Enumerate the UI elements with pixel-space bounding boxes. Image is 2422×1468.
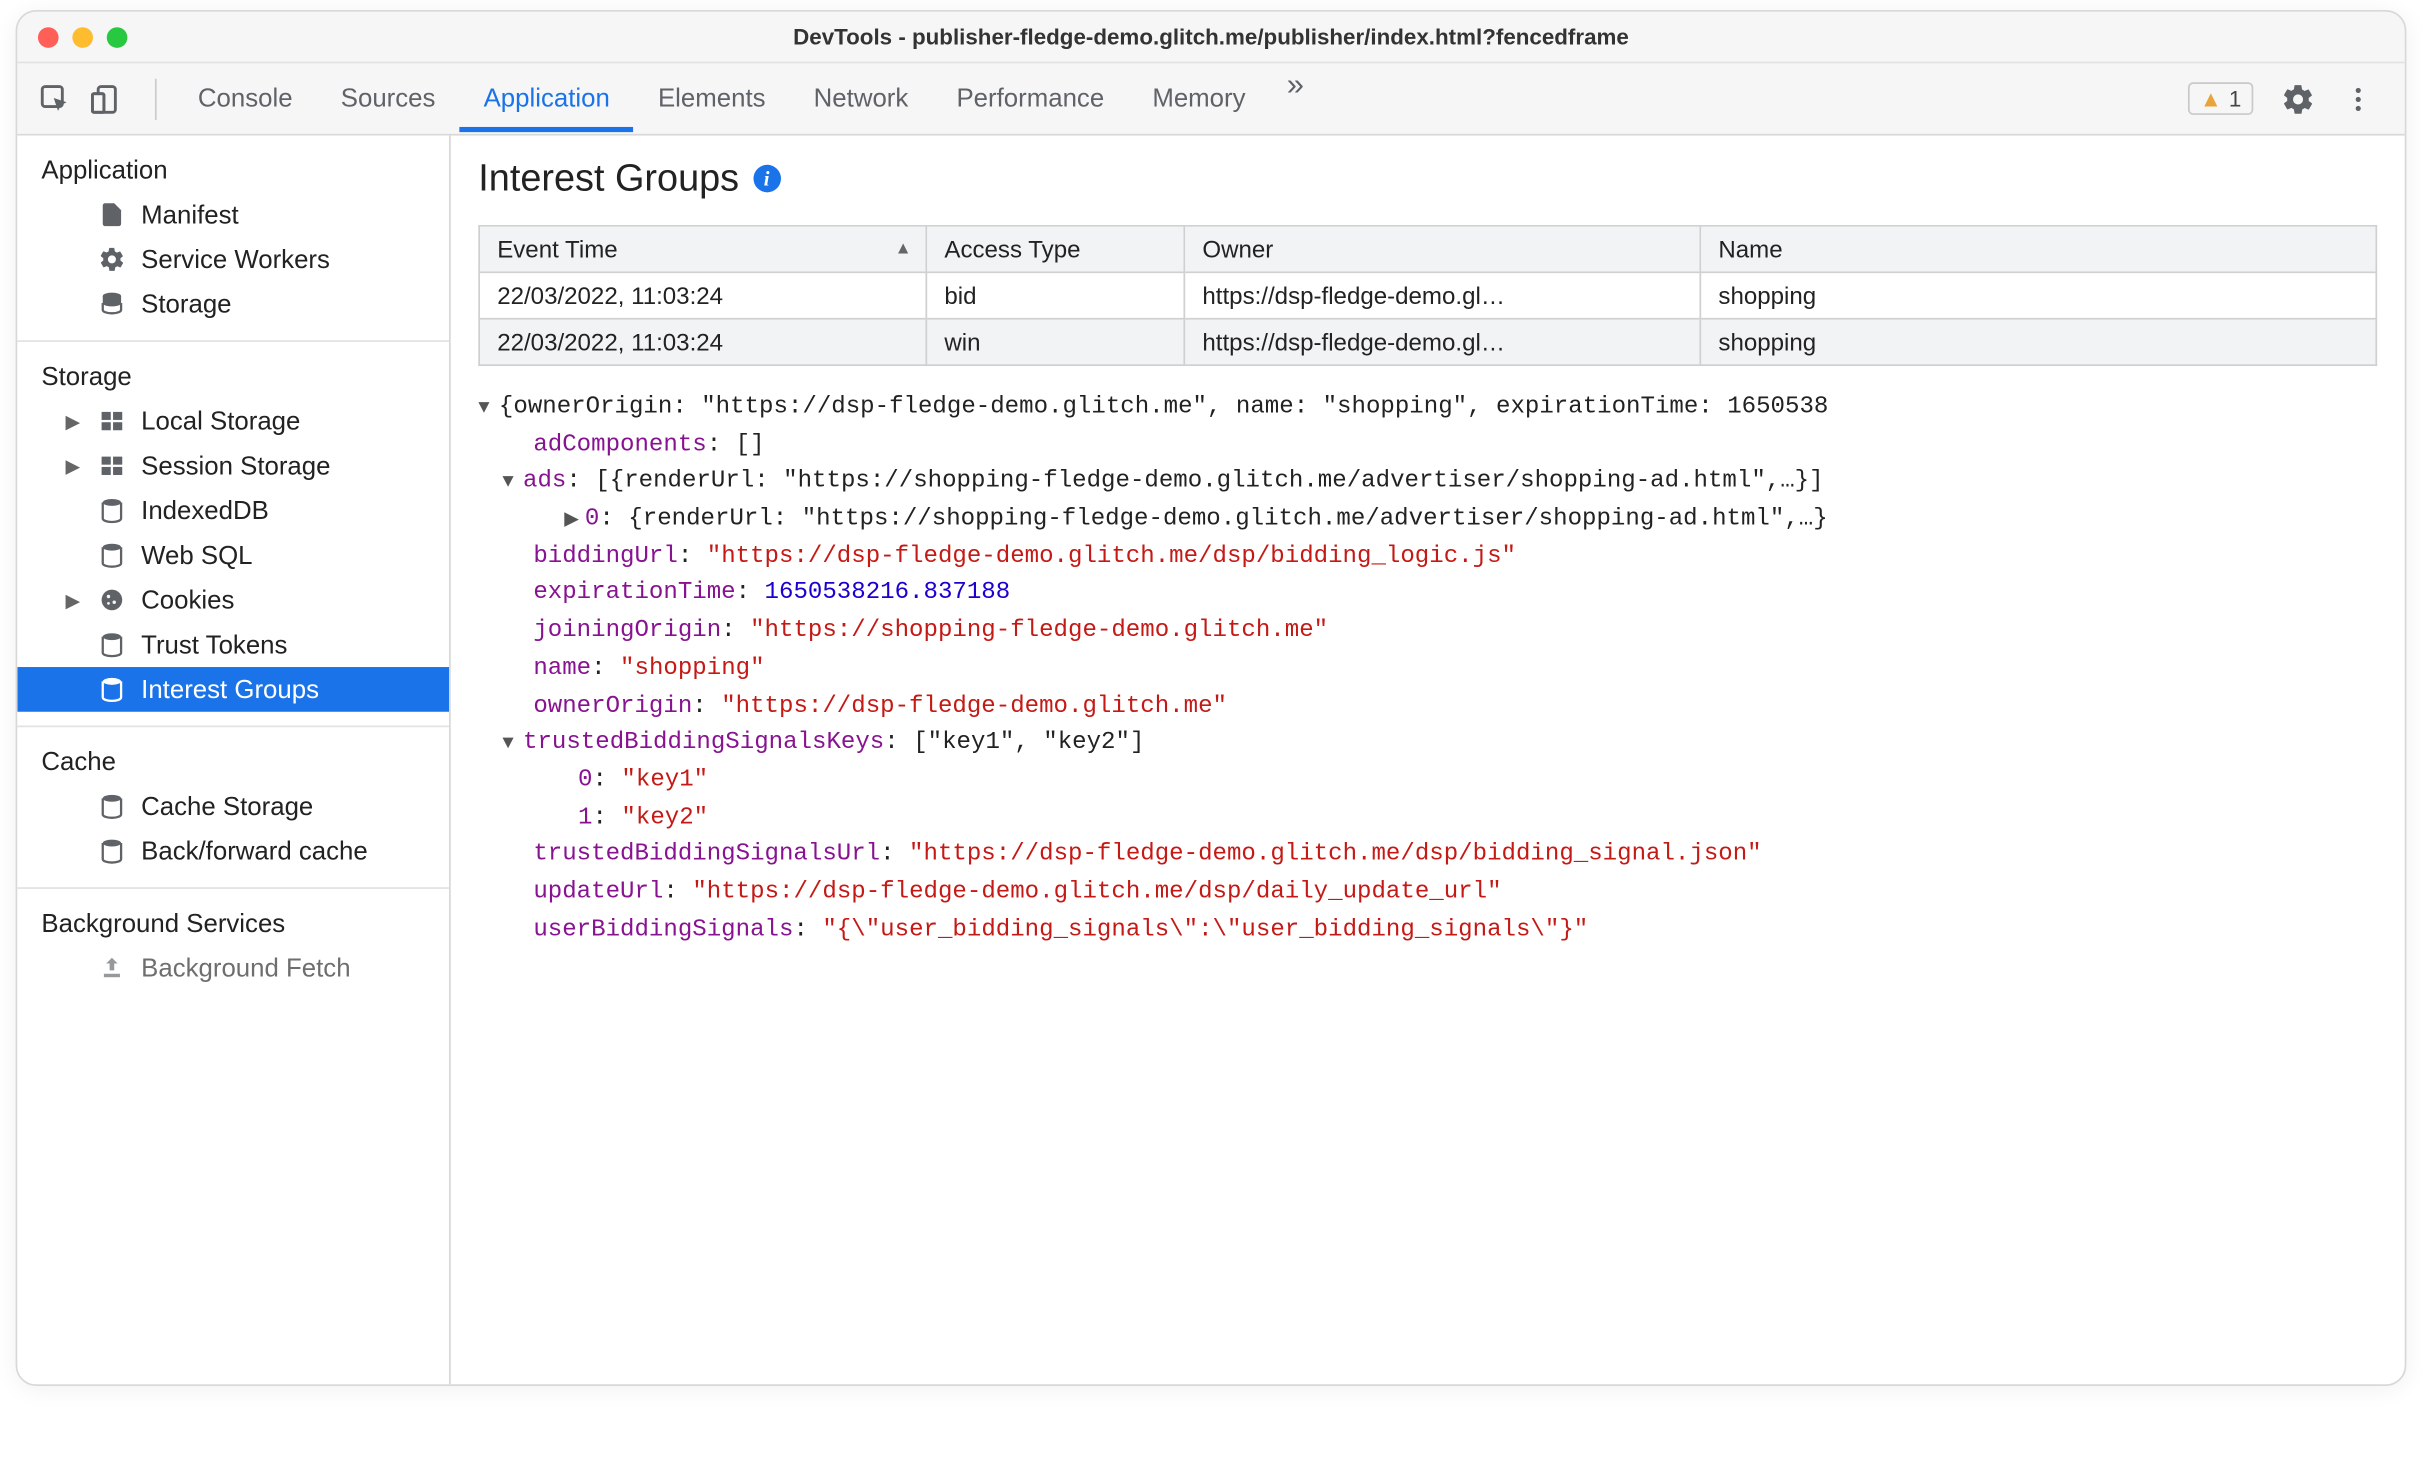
database-icon: [96, 836, 127, 867]
toolbar-separator: [155, 78, 157, 119]
collapse-icon[interactable]: ▼: [502, 470, 523, 499]
sidebar-item-label: Back/forward cache: [141, 836, 368, 865]
tab-console[interactable]: Console: [174, 66, 317, 131]
expand-icon[interactable]: ▶: [65, 455, 82, 477]
table-row[interactable]: 22/03/2022, 11:03:24 win https://dsp-fle…: [479, 319, 2376, 365]
tab-performance[interactable]: Performance: [932, 66, 1128, 131]
cell-time: 22/03/2022, 11:03:24: [479, 319, 926, 365]
sidebar-item-label: Storage: [141, 290, 231, 319]
tab-network[interactable]: Network: [790, 66, 933, 131]
sidebar-item-manifest[interactable]: Manifest: [17, 192, 449, 237]
column-event-time[interactable]: Event Time ▲: [479, 226, 926, 272]
sidebar-item-cache-storage[interactable]: Cache Storage: [17, 784, 449, 829]
info-icon[interactable]: i: [753, 165, 781, 193]
sidebar-item-interest-groups[interactable]: Interest Groups: [17, 667, 449, 712]
sidebar-item-label: Session Storage: [141, 451, 330, 480]
database-icon: [96, 629, 127, 660]
sidebar-item-trust-tokens[interactable]: Trust Tokens: [17, 622, 449, 667]
table-icon: [96, 450, 127, 481]
issues-badge[interactable]: ▲ 1: [2188, 82, 2254, 115]
more-tabs-icon[interactable]: »: [1270, 66, 1322, 131]
sidebar-item-service-workers[interactable]: Service Workers: [17, 237, 449, 282]
column-access-type[interactable]: Access Type: [926, 226, 1184, 272]
sidebar-item-websql[interactable]: Web SQL: [17, 533, 449, 578]
table-header-row: Event Time ▲ Access Type Owner Name: [479, 226, 2376, 272]
cell-owner: https://dsp-fledge-demo.gl…: [1184, 272, 1700, 318]
database-icon: [96, 289, 127, 320]
sidebar-item-label: IndexedDB: [141, 496, 269, 525]
sidebar-item-indexeddb[interactable]: IndexedDB: [17, 488, 449, 533]
panel-title: Interest Groups i: [478, 156, 2377, 201]
devtools-toolbar: Console Sources Application Elements Net…: [17, 63, 2404, 135]
sidebar-item-label: Web SQL: [141, 541, 252, 570]
sidebar-item-label: Service Workers: [141, 245, 330, 274]
window-titlebar: DevTools - publisher-fledge-demo.glitch.…: [17, 12, 2404, 64]
expand-icon[interactable]: ▶: [564, 507, 585, 536]
device-toggle-icon[interactable]: [86, 78, 127, 119]
tab-sources[interactable]: Sources: [317, 66, 460, 131]
cell-type: win: [926, 319, 1184, 365]
issues-count: 1: [2229, 86, 2241, 112]
settings-gear-icon[interactable]: [2267, 81, 2329, 115]
sidebar-item-label: Trust Tokens: [141, 630, 287, 659]
column-owner[interactable]: Owner: [1184, 226, 1700, 272]
collapse-icon[interactable]: ▼: [502, 731, 523, 760]
database-icon: [96, 674, 127, 705]
kebab-menu-icon[interactable]: [2329, 83, 2387, 114]
collapse-icon[interactable]: ▼: [478, 395, 499, 424]
cell-name: shopping: [1700, 319, 2376, 365]
sidebar-item-label: Background Fetch: [141, 953, 350, 982]
sidebar-item-storage[interactable]: Storage: [17, 282, 449, 327]
devtools-window: DevTools - publisher-fledge-demo.glitch.…: [16, 10, 2407, 1386]
database-icon: [96, 540, 127, 571]
inspect-element-icon[interactable]: [35, 78, 76, 119]
sort-ascending-icon: ▲: [895, 240, 912, 259]
database-icon: [96, 791, 127, 822]
sidebar-header-bgservices: Background Services: [17, 899, 449, 945]
table-row[interactable]: 22/03/2022, 11:03:24 bid https://dsp-fle…: [479, 272, 2376, 318]
sidebar-header-storage: Storage: [17, 352, 449, 398]
sidebar-item-bfcache[interactable]: Back/forward cache: [17, 829, 449, 874]
cookie-icon: [96, 584, 127, 615]
sidebar-item-label: Interest Groups: [141, 675, 319, 704]
sidebar-header-cache: Cache: [17, 738, 449, 784]
cell-time: 22/03/2022, 11:03:24: [479, 272, 926, 318]
sidebar-item-bg-fetch[interactable]: Background Fetch: [17, 946, 449, 991]
expand-icon[interactable]: ▶: [65, 410, 82, 432]
expand-icon[interactable]: ▶: [65, 589, 82, 611]
table-icon: [96, 406, 127, 437]
cell-owner: https://dsp-fledge-demo.gl…: [1184, 319, 1700, 365]
cell-name: shopping: [1700, 272, 2376, 318]
gear-icon: [96, 244, 127, 275]
interest-groups-panel: Interest Groups i Event Time ▲ Access Ty…: [451, 136, 2405, 1385]
sidebar-item-session-storage[interactable]: ▶ Session Storage: [17, 443, 449, 488]
sidebar-item-label: Local Storage: [141, 406, 300, 435]
cell-type: bid: [926, 272, 1184, 318]
detail-json-viewer[interactable]: ▼{ownerOrigin: "https://dsp-fledge-demo.…: [478, 390, 2377, 1384]
sidebar-item-label: Cache Storage: [141, 792, 313, 821]
events-table: Event Time ▲ Access Type Owner Name 22/0…: [478, 225, 2377, 366]
sidebar-item-label: Cookies: [141, 585, 234, 614]
application-sidebar: Application Manifest Service Workers Sto…: [17, 136, 450, 1385]
sidebar-item-label: Manifest: [141, 200, 239, 229]
column-name[interactable]: Name: [1700, 226, 2376, 272]
sidebar-item-local-storage[interactable]: ▶ Local Storage: [17, 399, 449, 444]
tab-application[interactable]: Application: [459, 66, 633, 131]
tab-memory[interactable]: Memory: [1128, 66, 1269, 131]
database-icon: [96, 495, 127, 526]
warning-icon: ▲: [2200, 86, 2222, 112]
window-title: DevTools - publisher-fledge-demo.glitch.…: [17, 24, 2404, 50]
tab-elements[interactable]: Elements: [634, 66, 790, 131]
file-icon: [96, 199, 127, 230]
upload-icon: [96, 953, 127, 984]
sidebar-header-application: Application: [17, 146, 449, 192]
sidebar-item-cookies[interactable]: ▶ Cookies: [17, 578, 449, 623]
devtools-tabs: Console Sources Application Elements Net…: [174, 66, 2188, 131]
